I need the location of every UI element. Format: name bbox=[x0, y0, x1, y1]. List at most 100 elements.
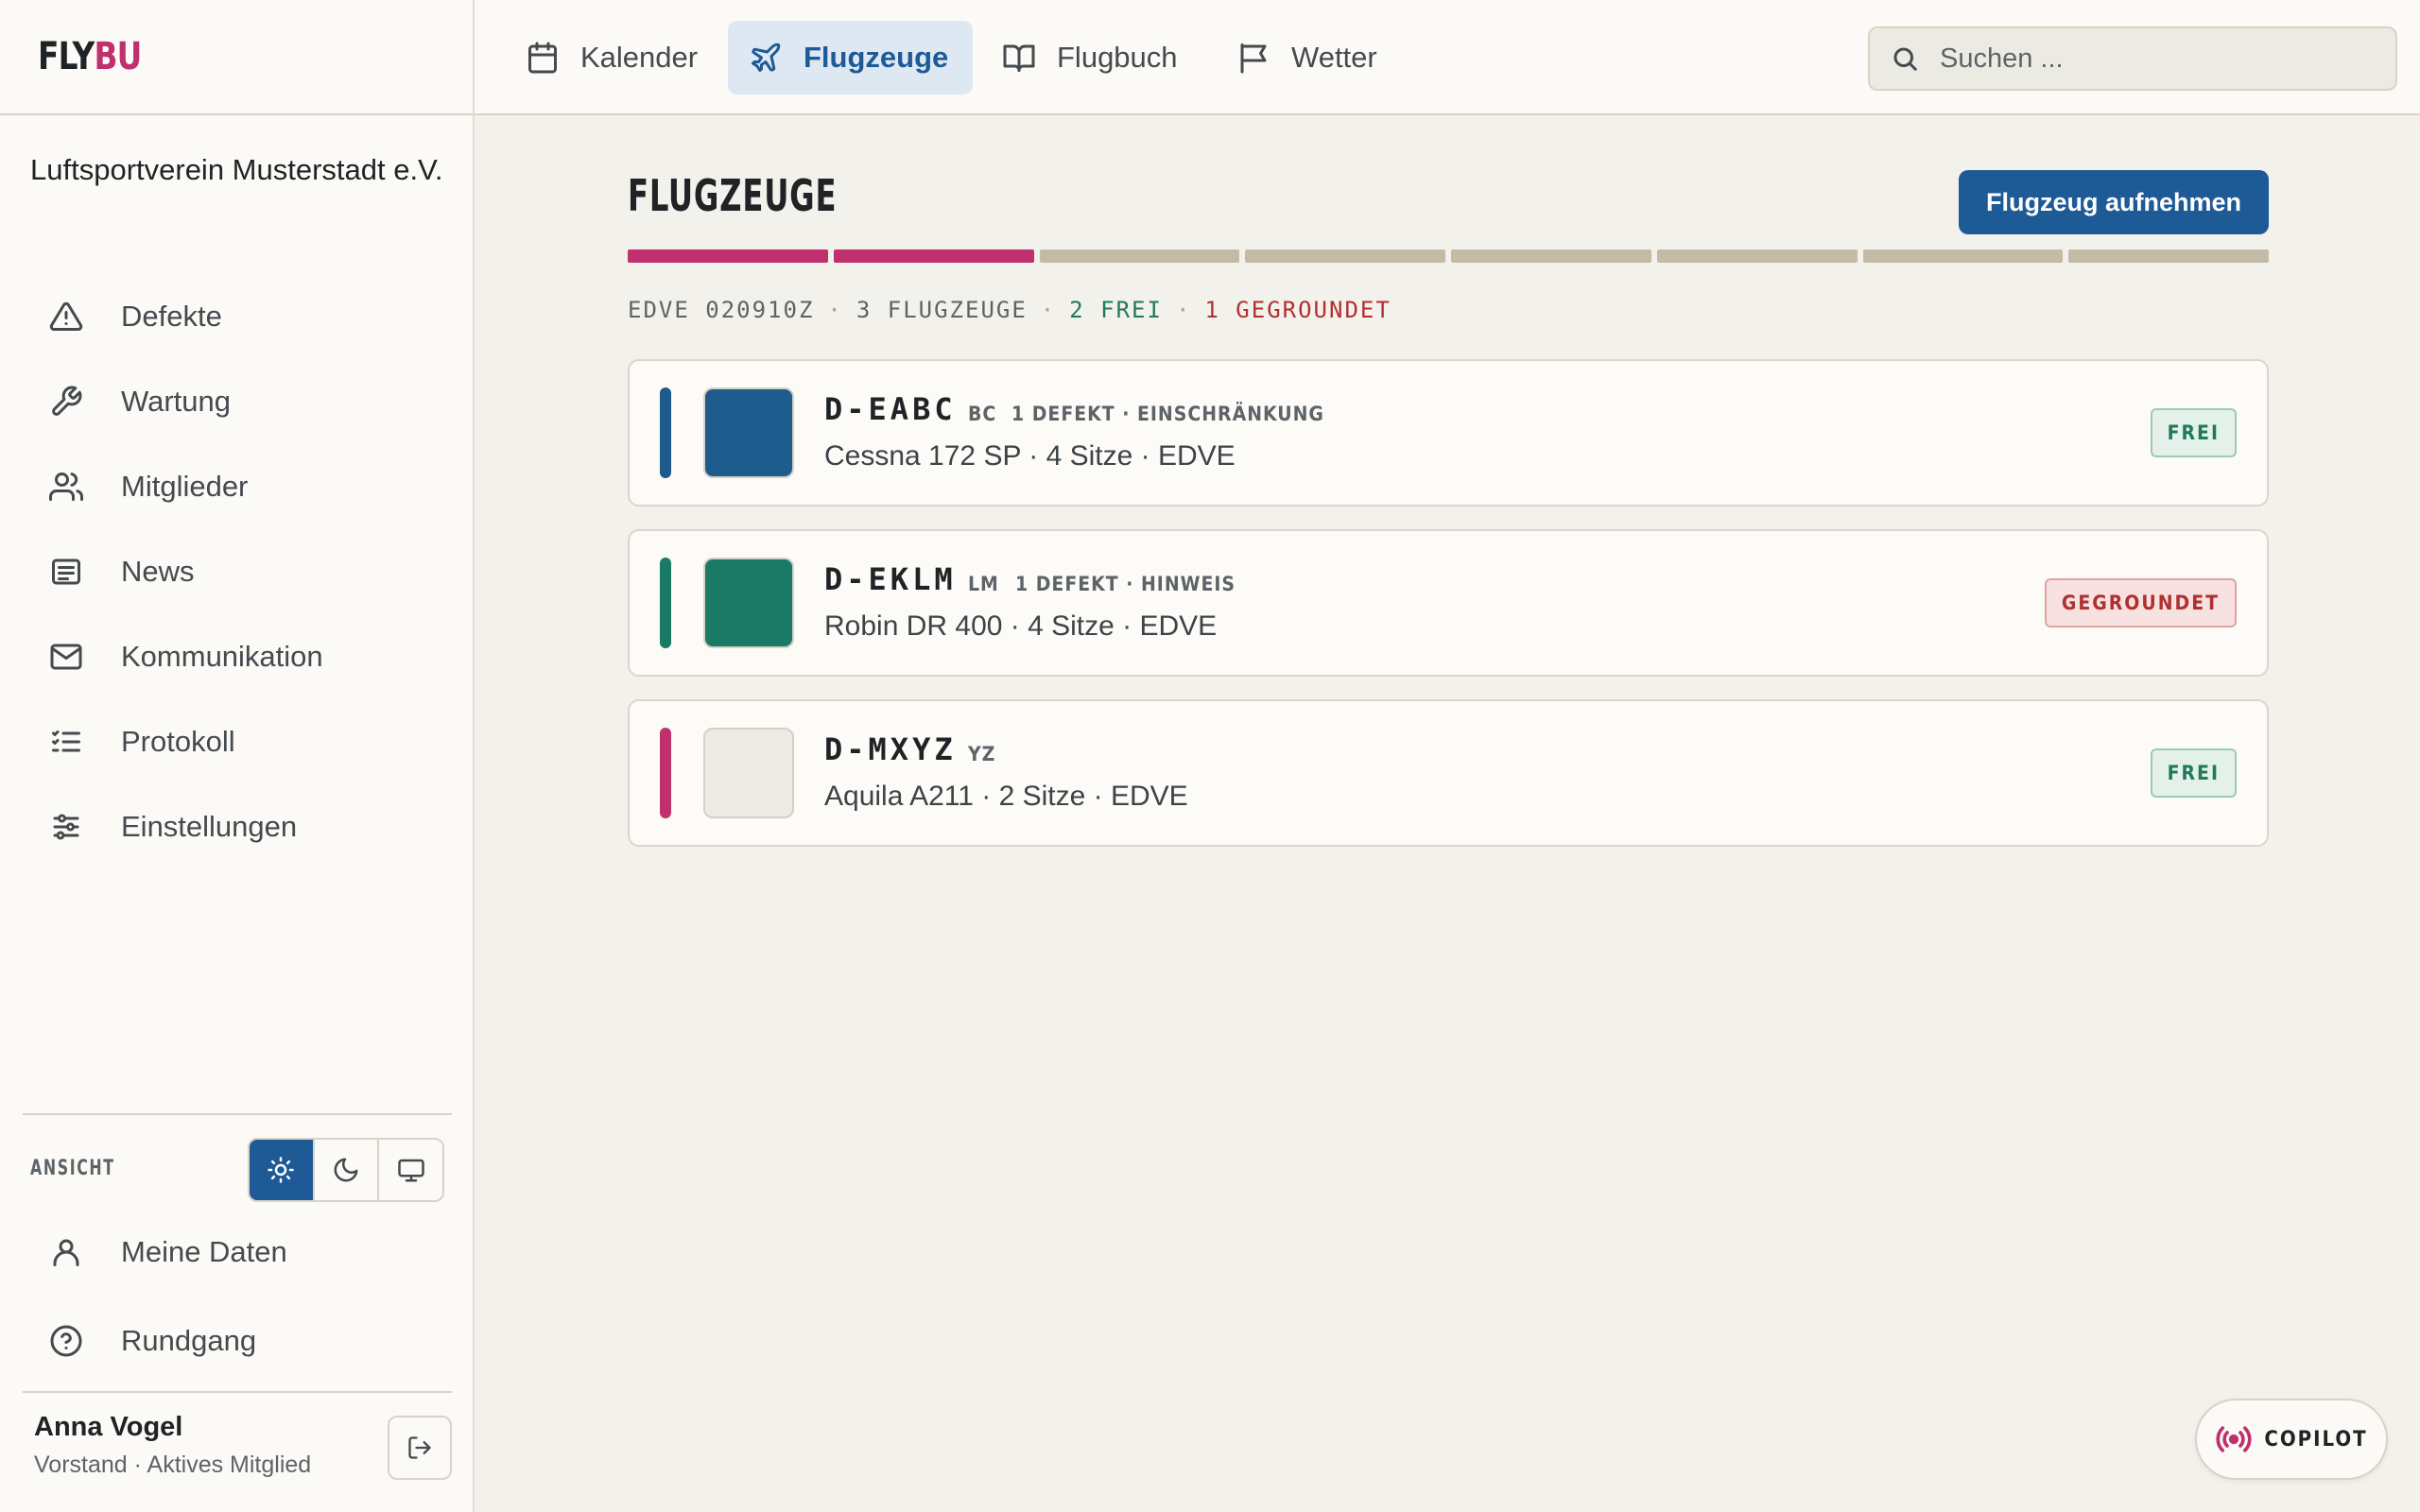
status-badge: FREI bbox=[2150, 748, 2237, 798]
sidebar-item-label: Kommunikation bbox=[121, 640, 323, 673]
sidebar-item-news[interactable]: News bbox=[23, 529, 452, 614]
grounded-count: 1 GEGROUNDET bbox=[1204, 297, 1392, 323]
aircraft-description: Robin DR 400 · 4 Sitze · EDVE bbox=[824, 610, 1218, 642]
free-count: 2 FREI bbox=[1069, 297, 1163, 323]
sidebar-divider bbox=[23, 1113, 452, 1115]
sidebar-item-kommunikation[interactable]: Kommunikation bbox=[23, 614, 452, 699]
sidebar-divider bbox=[23, 1391, 452, 1393]
aircraft-swatch bbox=[703, 387, 794, 478]
logo-bar: FLYBU bbox=[0, 0, 473, 115]
app-logo[interactable]: FLYBU bbox=[38, 35, 142, 78]
user-name: Anna Vogel bbox=[34, 1412, 183, 1442]
search-box bbox=[1868, 26, 2397, 91]
warning-icon bbox=[47, 298, 85, 335]
aircraft-swatch bbox=[703, 558, 794, 648]
summary-line: EDVE 020910Z · 3 FLUGZEUGE · 2 FREI · 1 … bbox=[628, 297, 1392, 323]
theme-light-button[interactable] bbox=[250, 1140, 313, 1200]
aircraft-defect: 1 DEFEKT · HINWEIS bbox=[1015, 573, 1236, 595]
wrench-icon bbox=[47, 383, 85, 421]
plane-icon bbox=[752, 43, 781, 72]
calendar-icon bbox=[528, 42, 557, 74]
progress-segment bbox=[1656, 249, 1858, 263]
status-badge: GEGROUNDET bbox=[2044, 578, 2237, 627]
aircraft-description: Aquila A211 · 2 Sitze · EDVE bbox=[824, 781, 1188, 812]
top-bar: Kalender Flugzeuge Flugbuch Wetter bbox=[475, 0, 2420, 115]
users-icon bbox=[47, 468, 85, 506]
tab-kalender[interactable]: Kalender bbox=[505, 21, 722, 94]
sidebar-item-protokoll[interactable]: Protokoll bbox=[23, 699, 452, 784]
aircraft-card[interactable]: D-EABC BC 1 DEFEKT · EINSCHRÄNKUNG Cessn… bbox=[628, 359, 2269, 507]
logo-part-1: FLY bbox=[38, 35, 95, 78]
aircraft-card[interactable]: D-MXYZ YZ Aquila A211 · 2 Sitze · EDVE F… bbox=[628, 699, 2269, 847]
progress-segment bbox=[1451, 249, 1651, 263]
status-badge: FREI bbox=[2150, 408, 2237, 457]
sidebar-nav: Defekte Wartung Mitglieder News Kommunik… bbox=[23, 274, 452, 869]
user-role: Vorstand · Aktives Mitglied bbox=[34, 1452, 312, 1478]
theme-toggle bbox=[248, 1138, 444, 1202]
my-data-label: Meine Daten bbox=[121, 1235, 287, 1268]
tab-flugbuch[interactable]: Flugbuch bbox=[981, 21, 1202, 94]
book-icon bbox=[1003, 44, 1035, 72]
logout-icon bbox=[408, 1436, 431, 1459]
aircraft-card[interactable]: D-EKLM LM 1 DEFEKT · HINWEIS Robin DR 40… bbox=[628, 529, 2269, 677]
aircraft-color-stripe bbox=[660, 558, 671, 648]
sidebar-item-label: News bbox=[121, 555, 195, 588]
logout-button[interactable] bbox=[388, 1416, 452, 1480]
mail-icon bbox=[47, 638, 85, 676]
org-name: Luftsportverein Musterstadt e.V. bbox=[30, 153, 443, 186]
progress-segment bbox=[1862, 249, 2064, 263]
list-icon bbox=[47, 723, 85, 761]
aircraft-swatch bbox=[703, 728, 794, 818]
separator-dot: · bbox=[1040, 297, 1057, 323]
sidebar-item-label: Mitglieder bbox=[121, 470, 249, 503]
tab-label: Flugbuch bbox=[1057, 41, 1178, 74]
progress-segment bbox=[2068, 249, 2269, 263]
monitor-icon bbox=[397, 1159, 424, 1182]
tab-wetter[interactable]: Wetter bbox=[1216, 21, 1402, 94]
view-label: ANSICHT bbox=[30, 1157, 115, 1180]
sidebar-item-mitglieder[interactable]: Mitglieder bbox=[23, 444, 452, 529]
user-icon bbox=[47, 1233, 85, 1271]
tour-link[interactable]: Rundgang bbox=[47, 1308, 256, 1374]
aircraft-registration: D-MXYZ bbox=[824, 731, 957, 767]
sidebar-item-einstellungen[interactable]: Einstellungen bbox=[23, 784, 452, 869]
copilot-label: COPILOT bbox=[2264, 1427, 2368, 1452]
sun-icon bbox=[268, 1157, 295, 1183]
progress-bar bbox=[628, 249, 2269, 263]
aircraft-code: YZ bbox=[968, 743, 996, 765]
aircraft-count: 3 FLUGZEUGE bbox=[856, 297, 1028, 323]
progress-segment bbox=[833, 249, 1034, 263]
aircraft-code: BC bbox=[968, 403, 997, 425]
add-aircraft-button[interactable]: Flugzeug aufnehmen bbox=[1959, 170, 2269, 234]
flag-icon bbox=[1240, 43, 1267, 74]
sidebar: FLYBU Luftsportverein Musterstadt e.V. D… bbox=[0, 0, 475, 1512]
newspaper-icon bbox=[47, 553, 85, 591]
tour-label: Rundgang bbox=[121, 1324, 257, 1357]
separator-dot: · bbox=[827, 297, 843, 323]
theme-system-button[interactable] bbox=[377, 1140, 442, 1200]
aircraft-registration: D-EKLM bbox=[824, 561, 957, 597]
page-title: FLUGZEUGE bbox=[628, 170, 838, 221]
tab-label: Flugzeuge bbox=[804, 41, 949, 74]
sidebar-item-label: Protokoll bbox=[121, 725, 235, 758]
broadcast-icon bbox=[2216, 1426, 2252, 1452]
copilot-button[interactable]: COPILOT bbox=[2195, 1399, 2388, 1480]
aircraft-color-stripe bbox=[660, 728, 671, 818]
metar-station: EDVE 020910Z bbox=[628, 297, 815, 323]
sidebar-item-wartung[interactable]: Wartung bbox=[23, 359, 452, 444]
sidebar-item-label: Einstellungen bbox=[121, 810, 298, 843]
theme-dark-button[interactable] bbox=[312, 1140, 378, 1200]
tab-flugzeuge[interactable]: Flugzeuge bbox=[728, 21, 974, 94]
moon-icon bbox=[334, 1158, 358, 1182]
search-input[interactable] bbox=[1940, 43, 2384, 75]
sidebar-item-label: Defekte bbox=[121, 300, 222, 333]
tab-label: Kalender bbox=[580, 41, 699, 74]
progress-segment bbox=[1039, 249, 1240, 263]
search-icon bbox=[1893, 47, 1917, 71]
my-data-link[interactable]: Meine Daten bbox=[47, 1219, 287, 1285]
sidebar-item-defekte[interactable]: Defekte bbox=[23, 274, 452, 359]
aircraft-code: LM bbox=[968, 573, 999, 595]
separator-dot: · bbox=[1175, 297, 1192, 323]
sliders-icon bbox=[47, 808, 85, 846]
tab-label: Wetter bbox=[1291, 41, 1377, 74]
